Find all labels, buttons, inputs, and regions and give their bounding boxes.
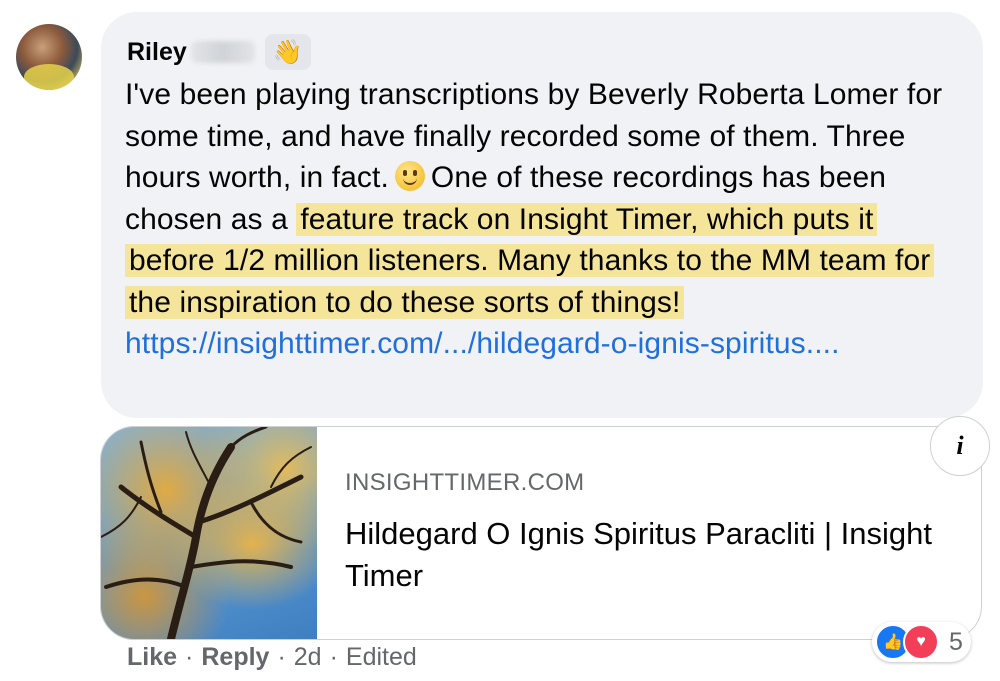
blurred-last-name xyxy=(190,41,255,63)
slightly-smiling-face-icon xyxy=(394,161,425,191)
link-domain: INSIGHTTIMER.COM xyxy=(345,469,585,496)
separator: · xyxy=(277,643,286,671)
comment-text: I've been playing transcriptions by Beve… xyxy=(125,74,965,365)
timestamp[interactable]: 2d xyxy=(294,643,322,672)
reactions-summary[interactable]: 👍 ♥ 5 xyxy=(872,622,971,662)
like-button[interactable]: Like xyxy=(127,643,177,672)
comment-link[interactable]: https://insighttimer.com/.../hildegard-o… xyxy=(125,323,965,365)
tree-branches-graphic xyxy=(101,427,312,639)
link-preview-card[interactable]: INSIGHTTIMER.COM Hildegard O Ignis Spiri… xyxy=(100,426,982,640)
wave-hand-icon: 👋 xyxy=(264,34,311,70)
info-icon[interactable]: i xyxy=(930,416,990,476)
edited-label[interactable]: Edited xyxy=(346,643,417,672)
reaction-count: 5 xyxy=(949,627,963,656)
avatar[interactable] xyxy=(16,24,82,90)
separator: · xyxy=(329,643,338,671)
link-preview-thumbnail[interactable] xyxy=(101,427,317,639)
comment-bubble: Riley 👋 I've been playing transcriptions… xyxy=(101,12,983,418)
author-row: Riley 👋 xyxy=(127,34,311,70)
separator: · xyxy=(185,643,194,671)
love-reaction-icon: ♥ xyxy=(903,624,939,660)
reply-button[interactable]: Reply xyxy=(201,643,269,672)
link-title[interactable]: Hildegard O Ignis Spiritus Paracliti | I… xyxy=(345,513,945,597)
comment-actions: Like · Reply · 2d · Edited xyxy=(127,643,417,672)
author-name[interactable]: Riley xyxy=(127,38,187,67)
